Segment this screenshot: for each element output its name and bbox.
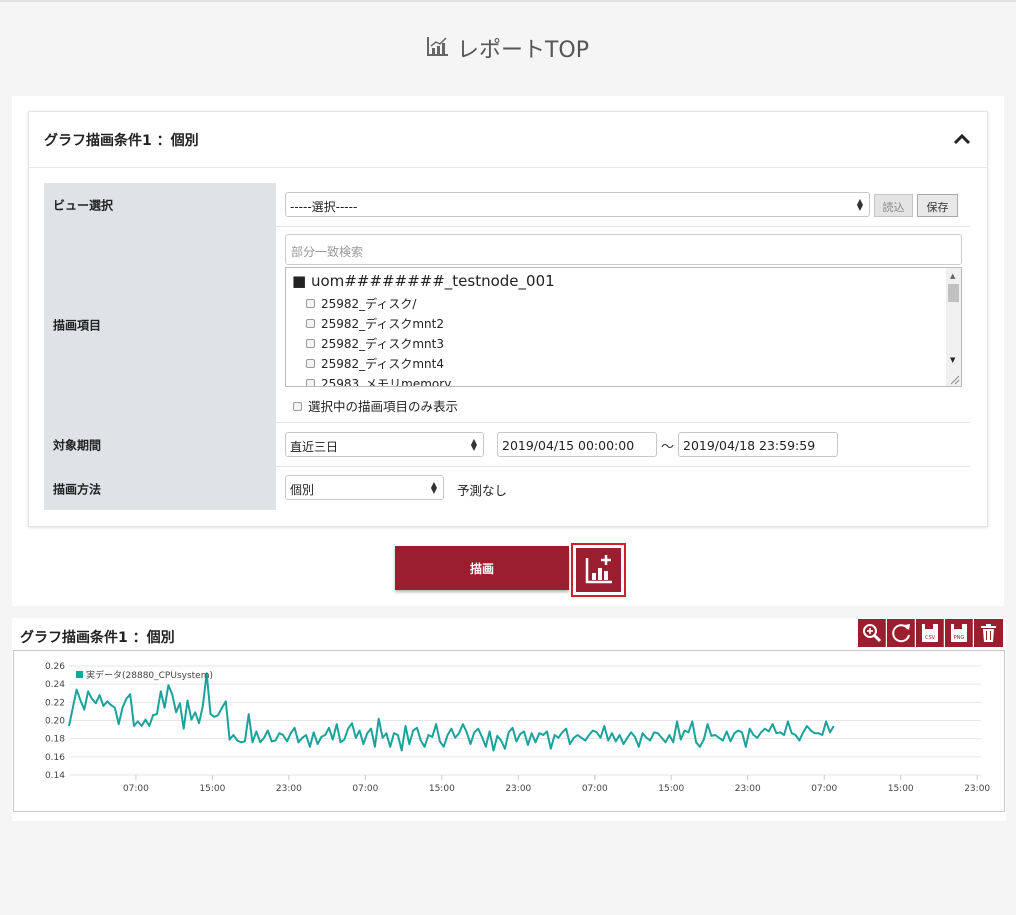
chart-area: 0.14 0.16 0.18 0.20 0.22 0.24 0.26 07:00 15:00 23… <box>13 650 1005 812</box>
save-csv-icon: CSV <box>922 624 938 642</box>
date-separator: ～ <box>661 440 675 455</box>
add-chart-icon <box>585 555 612 584</box>
end-date-input[interactable]: 2019/04/18 23:59:59 <box>678 432 838 457</box>
checkbox[interactable] <box>306 339 315 348</box>
x-tick-label: 15:00 <box>429 784 455 794</box>
view-select-dropdown[interactable]: -----選択----- ▲ ▼ <box>285 192 870 217</box>
node-label: ■ uom########_testnode_001 <box>292 272 555 290</box>
list-item[interactable]: 25982_ディスクmnt3 <box>306 335 444 352</box>
x-tick-label: 15:00 <box>658 784 684 794</box>
zoom-button[interactable] <box>858 619 886 647</box>
checkbox[interactable] <box>306 299 315 308</box>
x-tick-label: 07:00 <box>582 784 608 794</box>
items-label: 描画項目 <box>44 227 276 422</box>
x-tick-label: 23:00 <box>505 784 531 794</box>
item-listbox[interactable]: ■ uom########_testnode_001 25982_ディスク/ 2… <box>285 267 962 387</box>
y-tick-label: 0.18 <box>45 735 65 745</box>
method-value: 個別 <box>290 483 315 497</box>
method-label: 描画方法 <box>44 467 276 510</box>
svg-text:PNG: PNG <box>954 635 965 641</box>
y-tick-label: 0.26 <box>45 662 65 672</box>
page-title: レポートTOP <box>0 32 1016 64</box>
scroll-down-icon[interactable]: ▼ <box>950 356 955 364</box>
checkbox[interactable] <box>293 402 302 411</box>
x-tick-label: 07:00 <box>352 784 378 794</box>
x-tick-label: 07:00 <box>123 784 149 794</box>
item-search-input[interactable]: 部分一致検索 <box>285 234 962 265</box>
list-item[interactable]: 25982_ディスクmnt4 <box>306 355 444 372</box>
refresh-button[interactable] <box>887 619 915 647</box>
list-item[interactable]: 25982_ディスクmnt2 <box>306 315 444 332</box>
select-arrows-icon: ▲ ▼ <box>430 480 437 495</box>
items-row: 描画項目 部分一致検索 ■ uom########_testnode_001 2… <box>44 227 970 423</box>
period-dropdown[interactable]: 直近三日 ▲ ▼ <box>285 432 484 457</box>
select-arrows-icon: ▲ ▼ <box>470 437 477 452</box>
x-tick-label: 15:00 <box>888 784 914 794</box>
x-tick-label: 23:00 <box>964 784 990 794</box>
top-border <box>0 0 1016 2</box>
y-tick-label: 0.16 <box>45 753 65 763</box>
view-select-row: ビュー選択 -----選択----- ▲ ▼ 読込 保存 <box>44 183 970 227</box>
x-tick-label: 23:00 <box>735 784 761 794</box>
view-select-value: -----選択----- <box>290 200 358 214</box>
panel-title: グラフ描画条件1 ：個別 <box>44 133 199 149</box>
x-tick-label: 23:00 <box>276 784 302 794</box>
forecast-status: 予測なし <box>457 483 508 498</box>
line-chart[interactable]: 0.14 0.16 0.18 0.20 0.22 0.24 0.26 07:00 15:00 23… <box>14 651 1004 811</box>
save-png-icon: PNG <box>951 624 967 642</box>
show-selected-only-option[interactable]: 選択中の描画項目のみ表示 <box>293 396 458 415</box>
add-graph-button[interactable] <box>571 543 626 597</box>
method-dropdown[interactable]: 個別 ▲ ▼ <box>285 475 444 500</box>
legend-label: 実データ(28880_CPUsystem) <box>86 669 213 681</box>
start-date-input[interactable]: 2019/04/15 00:00:00 <box>497 432 657 457</box>
report-chart-icon <box>426 36 449 62</box>
y-tick-label: 0.20 <box>45 717 65 727</box>
scroll-up-icon[interactable]: ▲ <box>950 272 955 280</box>
checkbox[interactable] <box>306 359 315 368</box>
method-row: 描画方法 個別 ▲ ▼ 予測なし <box>44 467 970 510</box>
delete-button[interactable] <box>974 619 1003 647</box>
select-arrows-icon: ▲ ▼ <box>856 197 863 212</box>
period-label: 対象期間 <box>44 423 276 466</box>
period-value: 直近三日 <box>290 440 339 454</box>
load-button[interactable]: 読込 <box>874 194 913 217</box>
scroll-thumb[interactable] <box>948 284 959 302</box>
y-tick-label: 0.24 <box>45 680 65 690</box>
trash-icon <box>981 624 996 642</box>
listbox-scrollbar[interactable]: ▲ ▼ <box>946 268 961 386</box>
save-csv-button[interactable]: CSV <box>916 619 944 647</box>
save-button[interactable]: 保存 <box>917 194 958 217</box>
draw-button[interactable]: 描画 <box>395 546 569 590</box>
y-tick-label: 0.14 <box>45 771 65 781</box>
list-item[interactable]: 25982_ディスク/ <box>306 295 416 312</box>
checkbox[interactable] <box>306 379 315 386</box>
svg-text:CSV: CSV <box>925 635 936 641</box>
period-row: 対象期間 直近三日 ▲ ▼ 2019/04/15 00:00:00 ～ 2019/… <box>44 423 970 467</box>
refresh-icon <box>892 624 910 643</box>
y-tick-label: 0.22 <box>45 698 65 708</box>
x-tick-label: 15:00 <box>199 784 225 794</box>
panel-header[interactable]: グラフ描画条件1 ：個別 <box>29 112 987 168</box>
save-png-button[interactable]: PNG <box>945 619 973 647</box>
resize-grip-icon[interactable] <box>948 373 960 385</box>
x-tick-label: 07:00 <box>811 784 837 794</box>
chevron-up-icon[interactable] <box>953 132 971 146</box>
view-select-label: ビュー選択 <box>44 183 276 226</box>
chart-title: グラフ描画条件1 ：個別 <box>20 630 175 646</box>
checkbox[interactable] <box>306 319 315 328</box>
list-item[interactable]: 25983_メモリmemory <box>306 375 451 386</box>
legend-swatch <box>76 671 83 678</box>
zoom-in-icon <box>863 624 882 643</box>
